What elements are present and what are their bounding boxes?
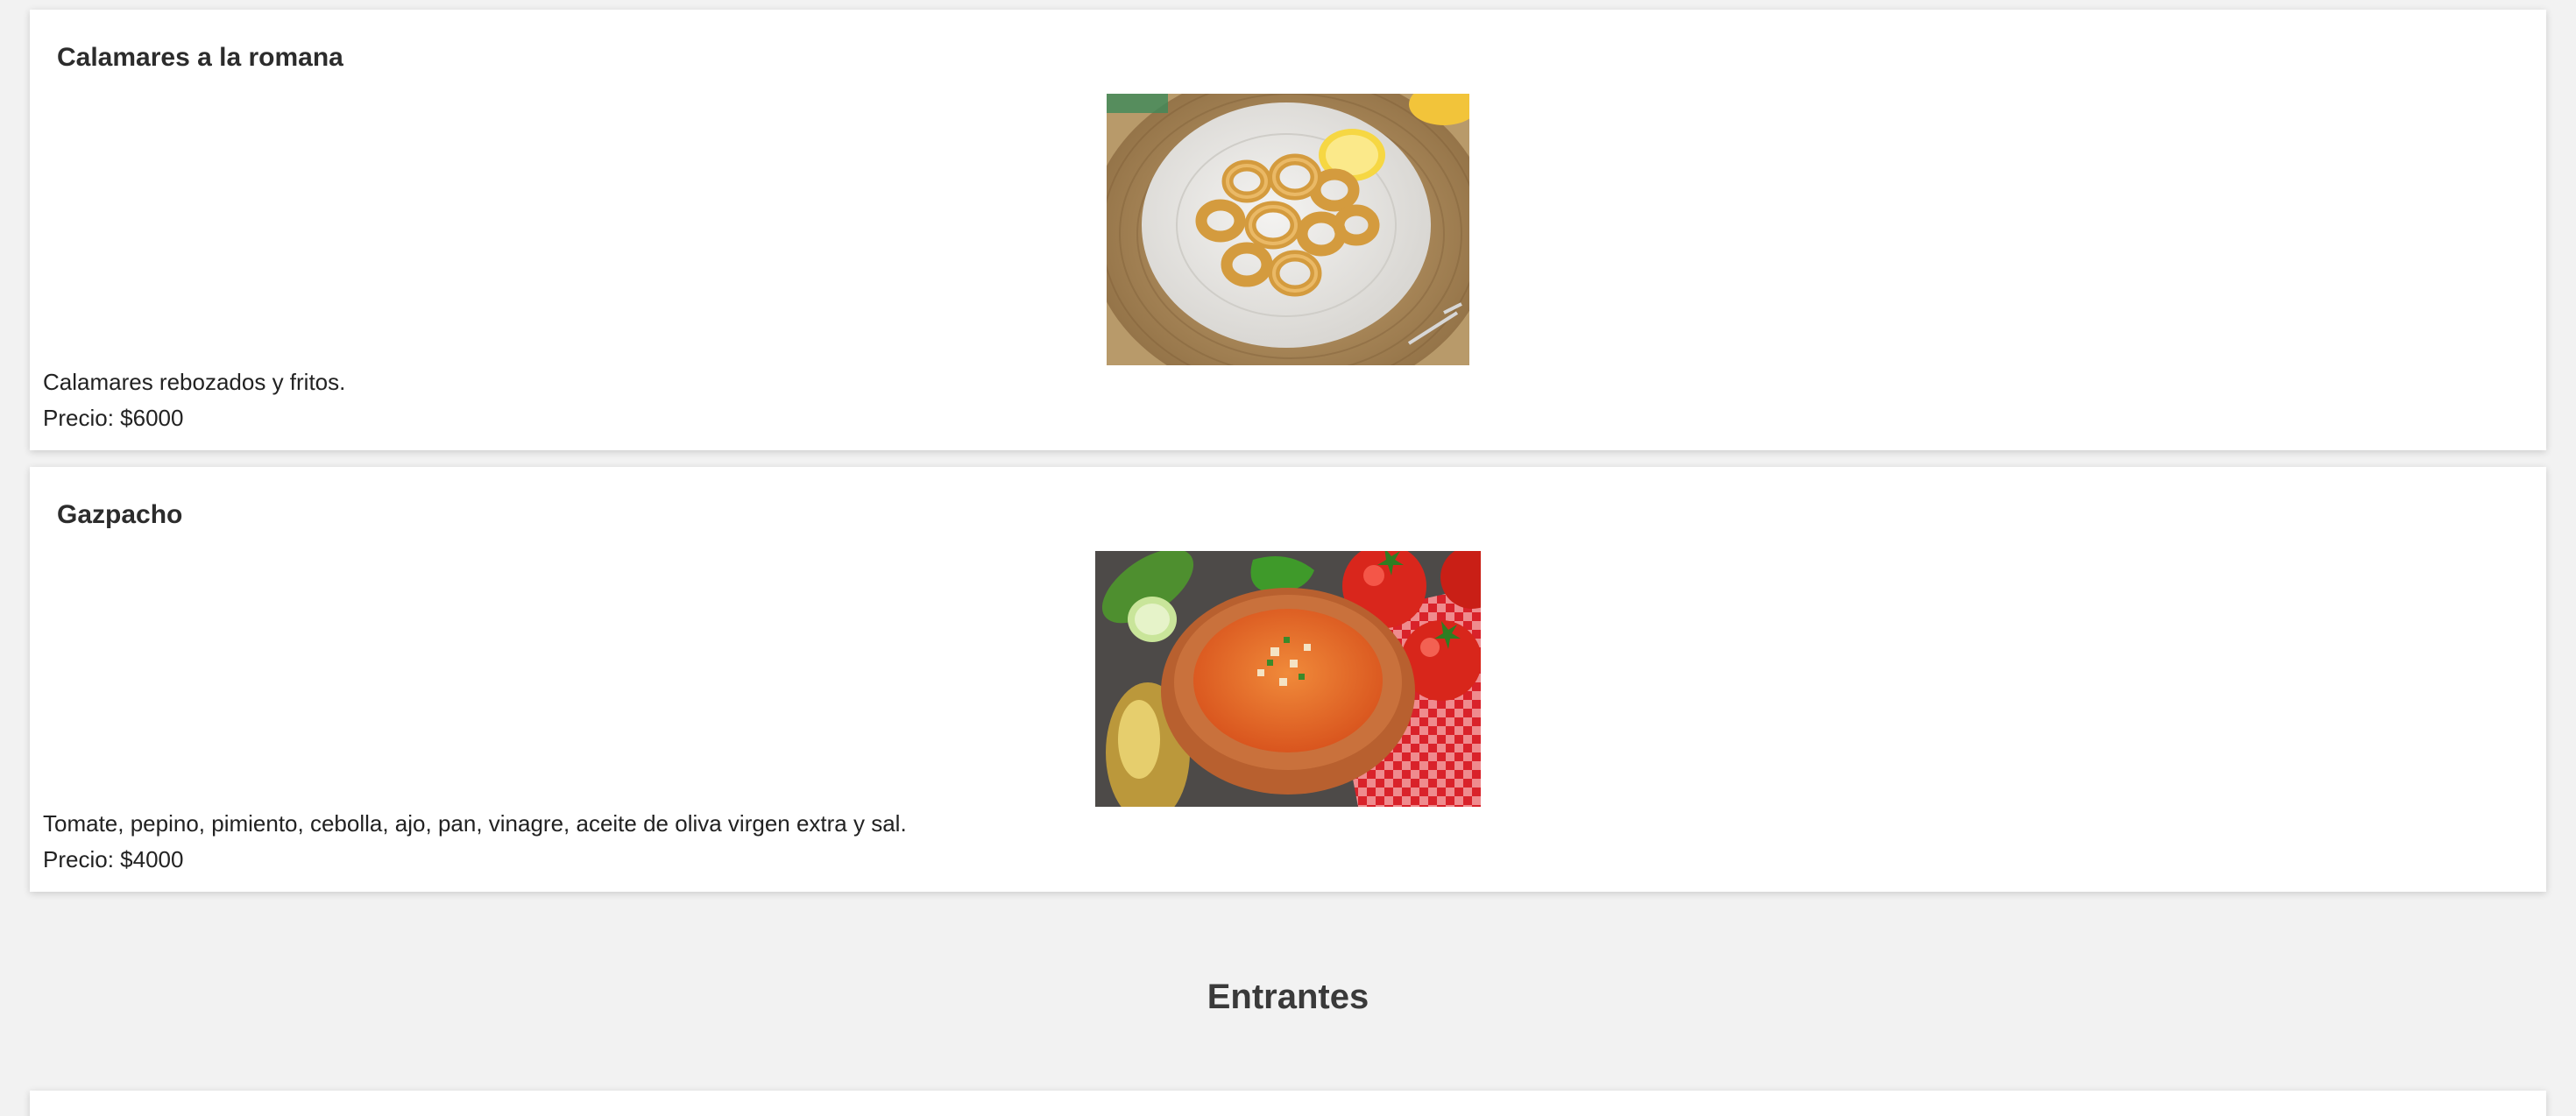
dish-card: Gazpacho Tomate, pepino, pimiento, cebol… — [30, 467, 2546, 892]
menu-page: Calamares a la romana Calamares rebozado… — [0, 0, 2576, 1116]
dish-card — [30, 1091, 2546, 1116]
dish-description: Tomate, pepino, pimiento, cebolla, ajo, … — [43, 810, 907, 837]
dish-price: Precio: $6000 — [43, 405, 184, 431]
dish-title: Gazpacho — [57, 500, 183, 529]
dish-image-calamares — [1107, 94, 1469, 365]
dish-price: Precio: $4000 — [43, 846, 184, 872]
dish-title: Calamares a la romana — [57, 43, 343, 72]
dish-description: Calamares rebozados y fritos. — [43, 369, 346, 395]
section-title: Entrantes — [1207, 978, 1369, 1016]
dish-image-gazpacho — [1095, 551, 1481, 807]
dish-card: Calamares a la romana Calamares rebozado… — [30, 10, 2546, 450]
